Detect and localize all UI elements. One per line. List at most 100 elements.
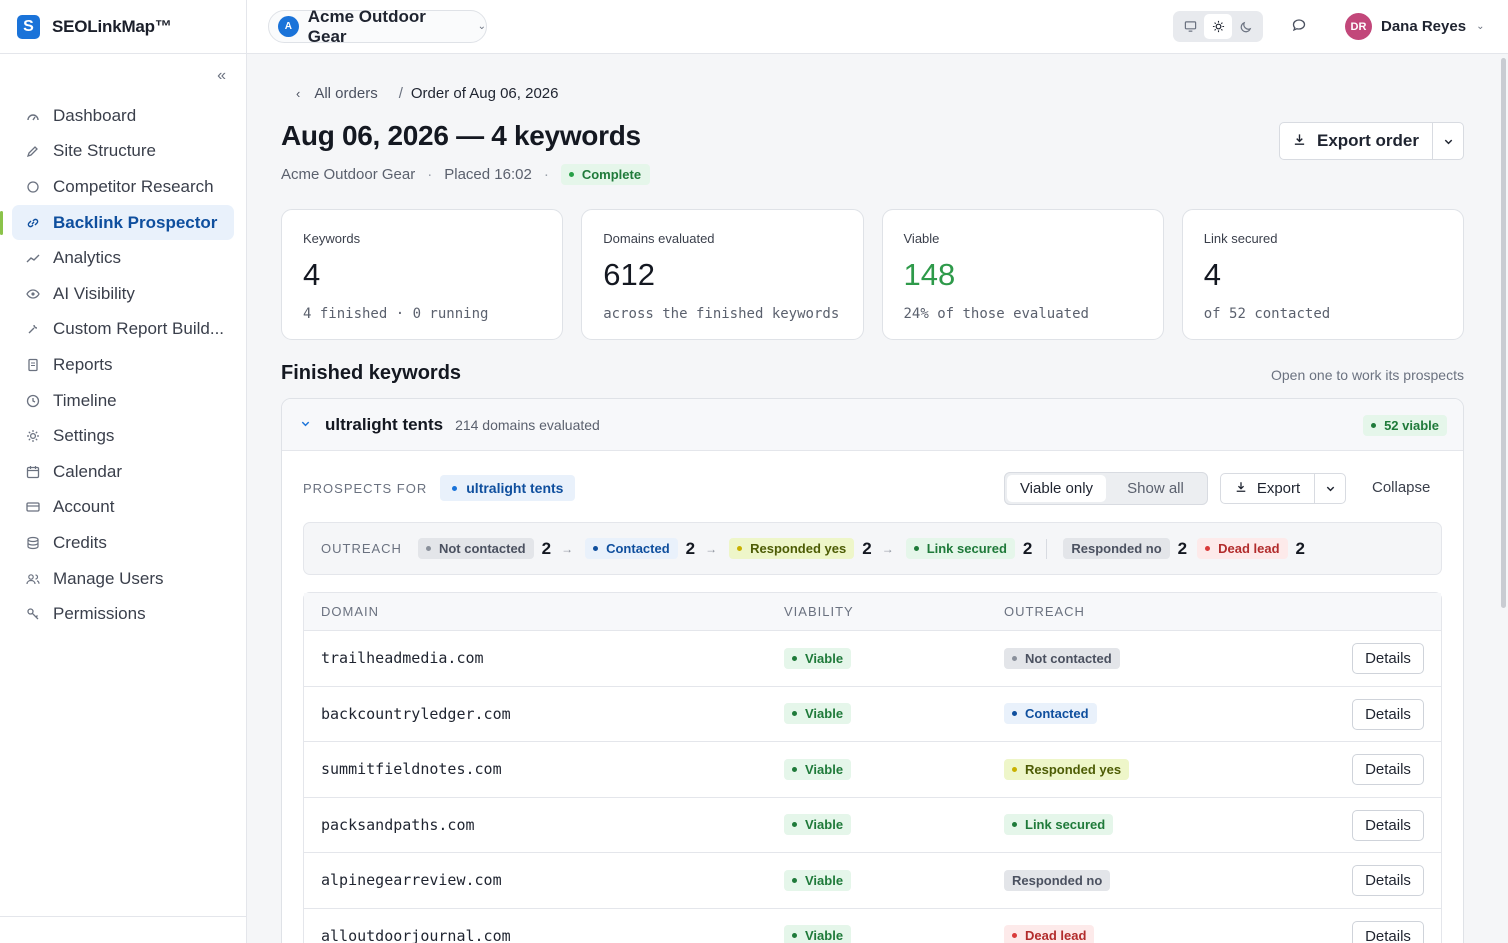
- sidebar-item-account[interactable]: Account: [12, 490, 234, 526]
- stat-note: 4 finished · 0 running: [303, 306, 489, 322]
- chevron-down-icon[interactable]: [1315, 474, 1345, 503]
- sidebar-item-permissions[interactable]: Permissions: [12, 596, 234, 632]
- stage-responded-no[interactable]: Responded no: [1063, 538, 1170, 559]
- stage-link-secured[interactable]: Link secured: [905, 538, 1015, 559]
- details-button[interactable]: Details: [1352, 698, 1424, 730]
- chat-icon[interactable]: [1292, 18, 1306, 35]
- sidebar-item-label: Account: [53, 497, 115, 517]
- document-icon: [26, 358, 40, 372]
- stat-value: 148: [903, 257, 956, 292]
- details-button[interactable]: Details: [1352, 865, 1424, 896]
- breadcrumb-separator: /: [398, 85, 403, 102]
- sidebar-item-site-structure[interactable]: Site Structure: [12, 134, 234, 170]
- viable-badge: 52 viable: [1363, 415, 1447, 436]
- sidebar-item-timeline[interactable]: Timeline: [12, 383, 234, 419]
- col-domain[interactable]: DOMAIN: [304, 604, 784, 619]
- key-icon: [26, 607, 40, 621]
- breadcrumb-all-orders[interactable]: All orders: [314, 85, 377, 102]
- stage-count: 2: [1177, 538, 1188, 558]
- stage-count: 2: [541, 538, 552, 558]
- table-row[interactable]: trailheadmedia.com Viable Not contacted …: [304, 631, 1441, 687]
- stage-count: 2: [685, 538, 696, 558]
- sun-icon[interactable]: [1204, 14, 1232, 39]
- table-row[interactable]: backcountryledger.com Viable Contacted D…: [304, 687, 1441, 742]
- table-row[interactable]: alloutdoorjournal.com Viable Dead lead D…: [304, 909, 1441, 943]
- stat-value: 612: [603, 257, 655, 292]
- outreach-label: OUTREACH: [321, 541, 402, 556]
- sidebar-item-label: AI Visibility: [53, 283, 135, 303]
- stage-responded-yes[interactable]: Responded yes: [729, 538, 855, 559]
- sidebar-item-credits[interactable]: Credits: [12, 525, 234, 561]
- gear-icon: [26, 429, 40, 443]
- col-viability[interactable]: VIABILITY: [784, 604, 1004, 619]
- arrow-right-icon: →: [881, 541, 894, 556]
- sidebar-item-backlink-prospector[interactable]: Backlink Prospector: [0, 204, 234, 241]
- sidebar-item-settings[interactable]: Settings: [12, 418, 234, 454]
- users-icon: [26, 572, 40, 586]
- stat-card-link-secured: Link secured 4 of 52 contacted: [1181, 209, 1464, 340]
- export-button[interactable]: Export: [1221, 474, 1315, 503]
- row-domain: trailheadmedia.com: [321, 649, 484, 668]
- stage-count: 2: [1022, 538, 1033, 558]
- export-label: Export: [1256, 480, 1301, 497]
- table-row[interactable]: alpinegearreview.com Viable Responded no…: [304, 853, 1441, 909]
- stage-not-contacted[interactable]: Not contacted: [417, 538, 534, 559]
- monitor-icon[interactable]: [1176, 14, 1204, 39]
- collapse-button[interactable]: Collapse: [1372, 479, 1430, 496]
- table-row[interactable]: summitfieldnotes.com Viable Responded ye…: [304, 742, 1441, 798]
- breadcrumb: ‹ All orders / Order of Aug 06, 2026: [296, 85, 558, 102]
- breadcrumb-current: Order of Aug 06, 2026: [410, 85, 559, 102]
- section-title: Finished keywords: [281, 362, 462, 384]
- sidebar-item-analytics[interactable]: Analytics: [12, 240, 234, 276]
- link-icon: [26, 216, 40, 230]
- export-button-group: Export: [1220, 473, 1346, 504]
- outreach-badge: Responded yes: [1004, 758, 1130, 780]
- sidebar-item-label: Competitor Research: [53, 176, 214, 196]
- sidebar-item-ai-visibility[interactable]: AI Visibility: [12, 276, 234, 312]
- chevron-down-icon[interactable]: [1433, 123, 1463, 159]
- chevron-down-icon[interactable]: [300, 418, 311, 432]
- stage-count: 2: [862, 538, 872, 558]
- sidebar-item-custom-report-builder[interactable]: Custom Report Build...: [12, 312, 234, 348]
- project-switcher[interactable]: A Acme Outdoor Gear ⌄: [268, 7, 487, 46]
- details-button[interactable]: Details: [1352, 920, 1424, 943]
- scrollbar[interactable]: [1501, 58, 1506, 608]
- sidebar-item-label: Site Structure: [53, 141, 156, 161]
- prospects-row: PROSPECTS FOR ultralight tents: [303, 475, 576, 501]
- details-button[interactable]: Details: [1352, 754, 1424, 785]
- order-placed: Placed 16:02: [444, 166, 532, 183]
- brand-logo: S: [17, 14, 40, 39]
- brand[interactable]: S SEOLinkMap™: [0, 0, 246, 54]
- stage-contacted[interactable]: Contacted: [585, 538, 678, 559]
- moon-icon[interactable]: [1232, 14, 1260, 39]
- sidebar-item-calendar[interactable]: Calendar: [12, 454, 234, 490]
- sidebar-item-dashboard[interactable]: Dashboard: [12, 98, 234, 134]
- chevron-left-icon[interactable]: ‹: [296, 86, 300, 101]
- filter-viable-only[interactable]: Viable only: [1007, 475, 1106, 502]
- filter-show-all[interactable]: Show all: [1106, 475, 1205, 502]
- viability-filter: Viable only Show all: [1004, 472, 1208, 505]
- viability-badge: Viable: [784, 647, 852, 669]
- sidebar-item-label: Timeline: [53, 390, 117, 410]
- user-name: Dana Reyes: [1381, 18, 1467, 35]
- col-outreach[interactable]: OUTREACH: [1004, 604, 1441, 619]
- project-name: Acme Outdoor Gear: [307, 6, 426, 46]
- download-icon: [1235, 481, 1247, 496]
- details-button[interactable]: Details: [1352, 809, 1424, 841]
- sidebar-item-competitor-research[interactable]: Competitor Research: [12, 169, 234, 205]
- export-order-button[interactable]: Export order: [1280, 123, 1433, 159]
- table-header: DOMAIN VIABILITY OUTREACH: [304, 593, 1441, 631]
- clock-icon: [26, 394, 40, 408]
- sidebar-item-manage-users[interactable]: Manage Users: [12, 561, 234, 597]
- page-title: Aug 06, 2026 — 4 keywords: [281, 120, 641, 151]
- keyword-panel-header[interactable]: ultralight tents 214 domains evaluated 5…: [282, 399, 1463, 451]
- outreach-badge: Link secured: [1004, 814, 1114, 836]
- double-chevron-left-icon[interactable]: «: [217, 67, 226, 85]
- table-row[interactable]: packsandpaths.com Viable Link secured De…: [304, 798, 1441, 853]
- stat-value: 4: [1203, 257, 1221, 292]
- user-menu[interactable]: DR Dana Reyes ⌄: [1345, 13, 1484, 40]
- brand-name: SEOLinkMap™: [52, 16, 172, 36]
- stage-dead-lead[interactable]: Dead lead: [1197, 538, 1288, 559]
- details-button[interactable]: Details: [1352, 643, 1424, 674]
- sidebar-item-reports[interactable]: Reports: [12, 347, 234, 383]
